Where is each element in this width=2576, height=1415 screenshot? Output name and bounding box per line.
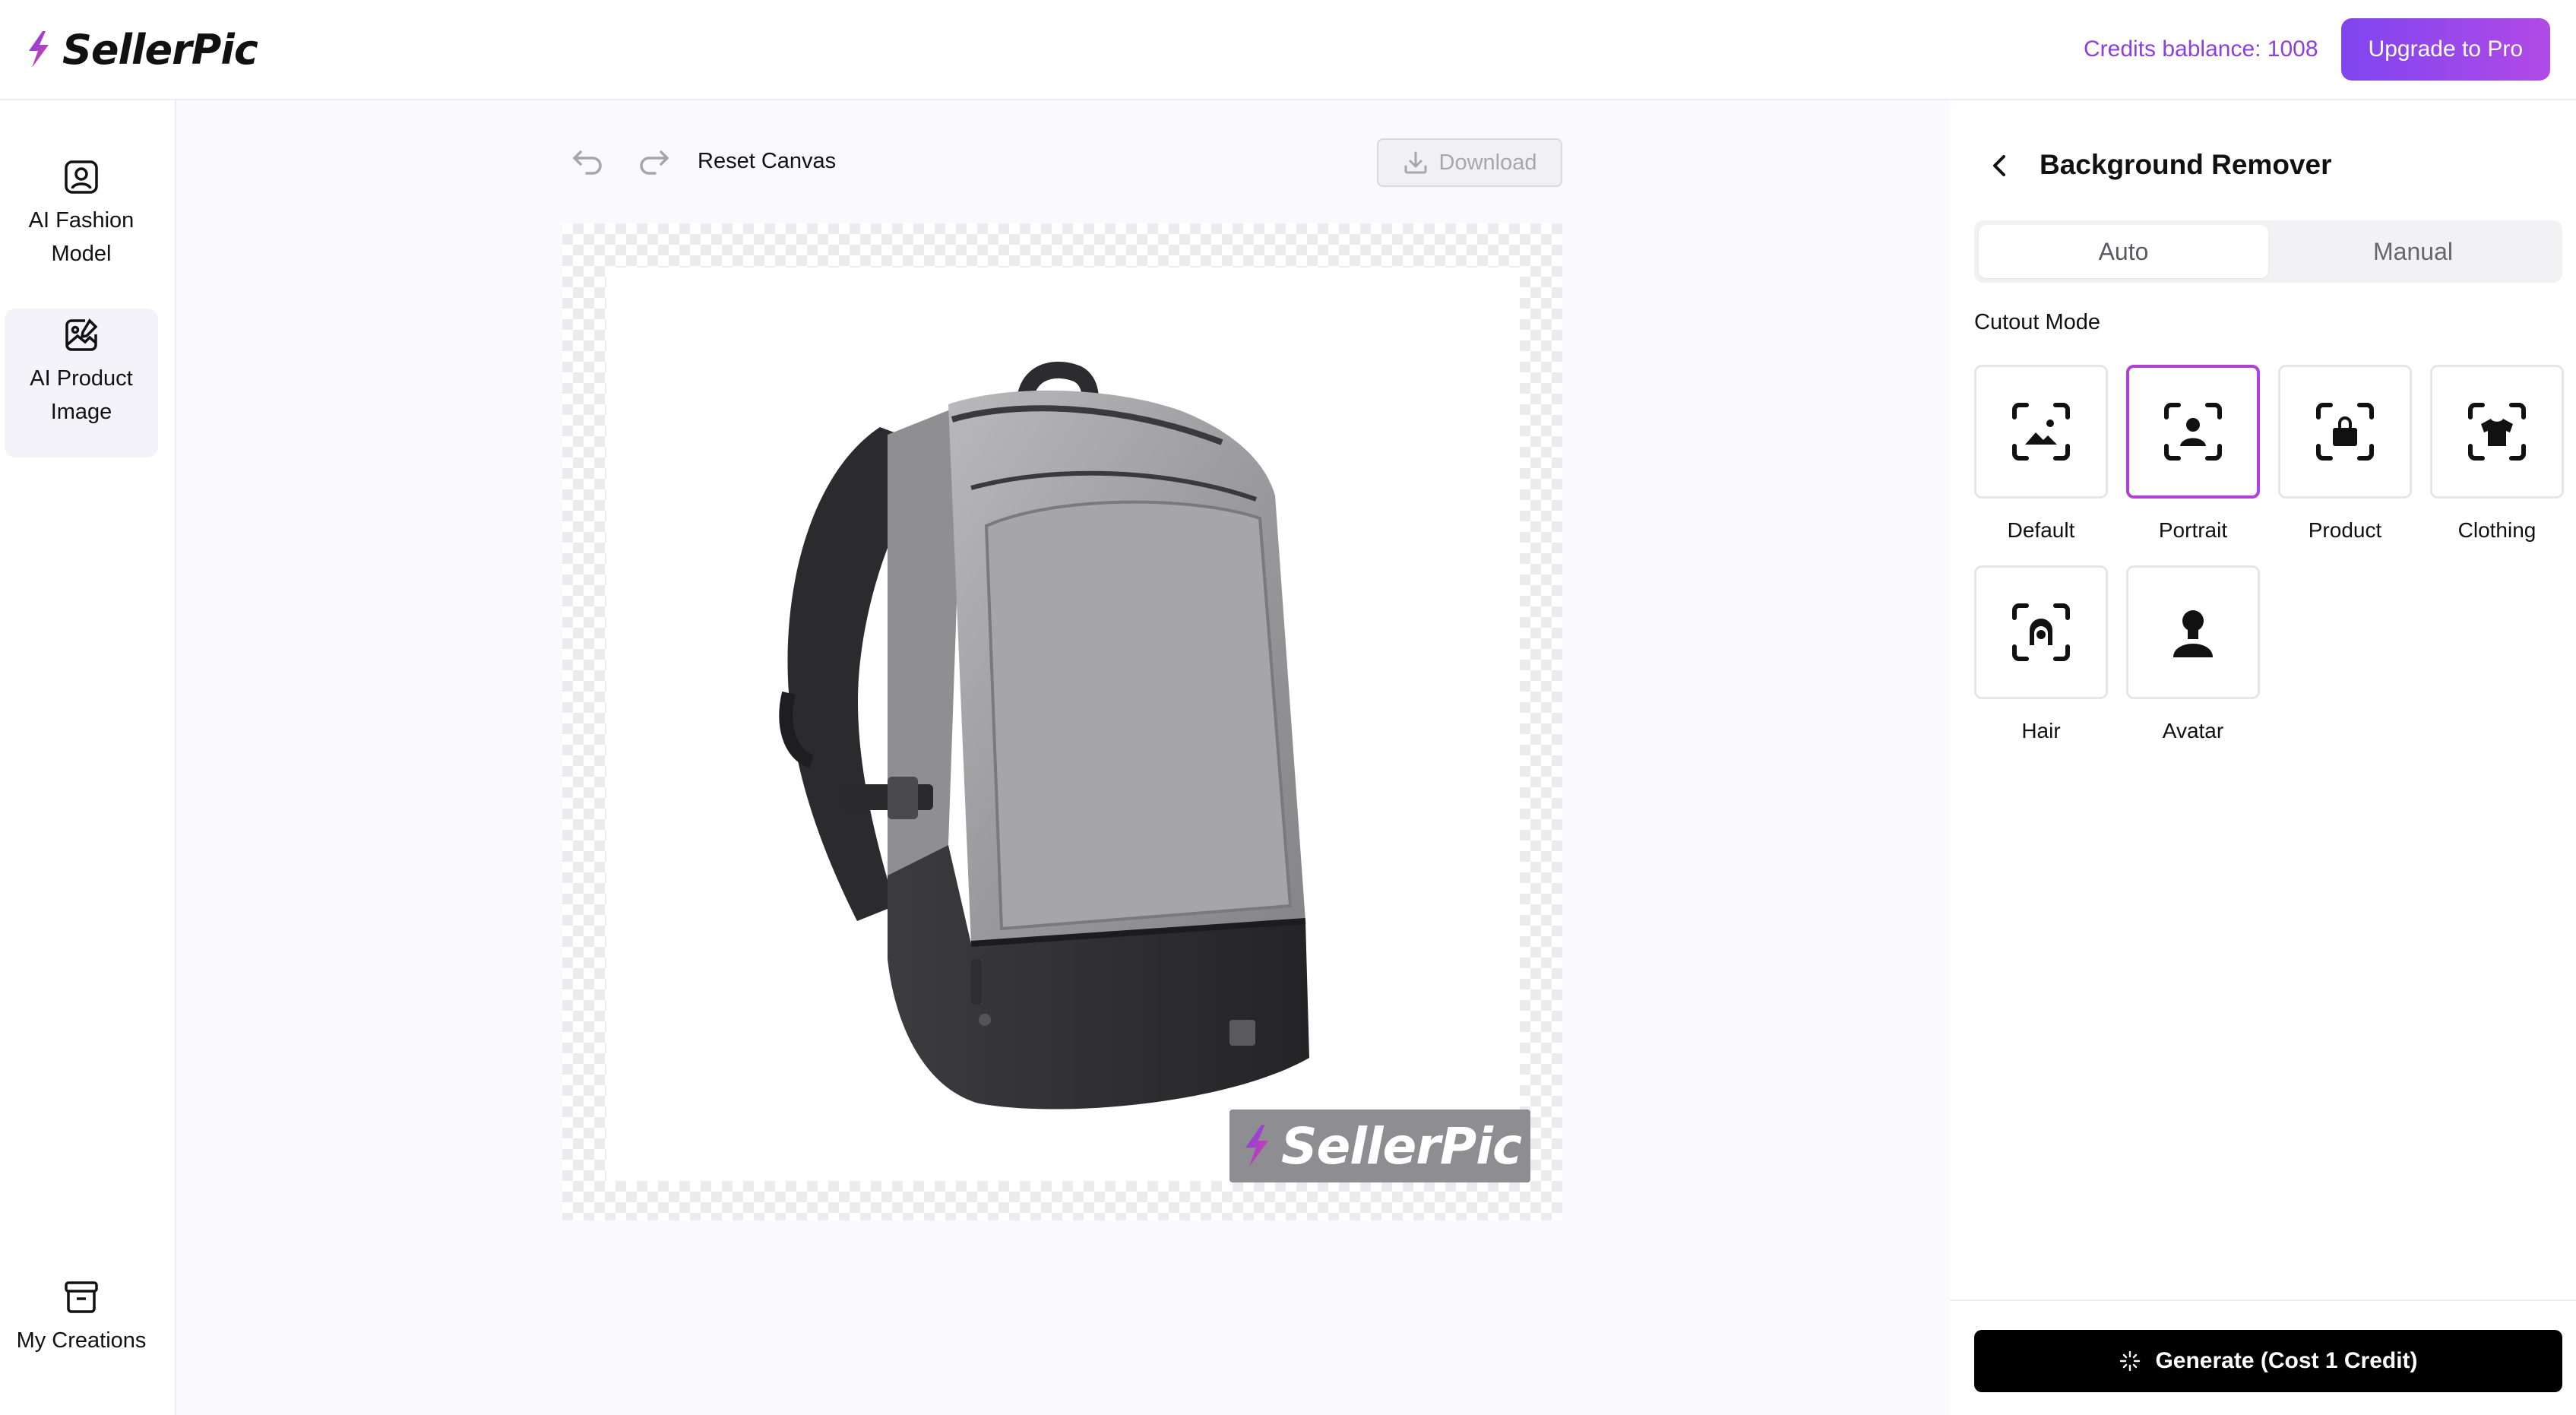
panel-title: Background Remover (2040, 149, 2332, 180)
watermark-text: SellerPic (1281, 1116, 1522, 1176)
mode-avatar[interactable]: Avatar (2126, 565, 2260, 743)
mode-label: Default (2007, 518, 2075, 542)
credits-balance: Credits bablance: 1008 (2084, 36, 2318, 62)
user-portrait-icon (65, 160, 98, 194)
mode-product[interactable]: Product (2278, 365, 2412, 543)
mode-tabs: Auto Manual (1974, 220, 2562, 283)
archive-box-icon (65, 1281, 98, 1313)
mode-hair[interactable]: Hair (1974, 565, 2108, 743)
undo-icon[interactable] (570, 143, 606, 179)
download-label: Download (1438, 150, 1537, 175)
mode-label: Avatar (2162, 719, 2224, 742)
back-chevron-icon[interactable] (1983, 149, 2017, 182)
watermark-bolt-icon (1245, 1125, 1269, 1167)
cutout-mode-label: Cutout Mode (1974, 310, 2101, 334)
generate-button[interactable]: Generate (Cost 1 Credit) (1974, 1330, 2562, 1392)
mode-default[interactable]: Default (1974, 365, 2108, 543)
backpack-product-image (779, 361, 1309, 1110)
scan-shirt-icon (2468, 403, 2526, 461)
app-name: SellerPic (62, 25, 258, 74)
mode-clothing[interactable]: Clothing (2430, 365, 2564, 543)
sidebar-item-label: AI Fashion Model (28, 208, 134, 266)
mode-portrait[interactable]: Portrait (2126, 365, 2260, 543)
top-header: SellerPic Credits bablance: 1008 Upgrade… (0, 0, 2576, 100)
mode-label: Product (2308, 518, 2382, 542)
mode-label: Portrait (2158, 518, 2228, 542)
scan-person-icon (2164, 403, 2222, 461)
panel-footer: Generate (Cost 1 Credit) (1950, 1299, 2576, 1415)
download-icon (1404, 151, 1426, 174)
upgrade-button[interactable]: Upgrade to Pro (2340, 18, 2550, 81)
canvas-toolbar: Reset Canvas Download (562, 137, 1562, 187)
scan-landscape-icon (2012, 403, 2070, 461)
sidebar-item-label: AI Product Image (30, 366, 133, 424)
mode-label: Clothing (2457, 518, 2536, 542)
scan-bag-icon (2316, 403, 2374, 461)
image-canvas[interactable]: SellerPic (562, 223, 1562, 1220)
person-silhouette-icon (2173, 610, 2213, 657)
generate-label: Generate (Cost 1 Credit) (2155, 1348, 2418, 1373)
sparkle-icon (2120, 1350, 2141, 1372)
logo-bolt-icon (29, 31, 49, 68)
tab-manual[interactable]: Manual (2268, 225, 2558, 278)
right-panel: Background Remover Auto Manual Cutout Mo… (1950, 100, 2576, 1415)
tab-auto[interactable]: Auto (1979, 225, 2268, 278)
watermark: SellerPic (1229, 1110, 1530, 1182)
image-edit-icon (65, 318, 98, 351)
redo-icon[interactable] (635, 143, 672, 179)
mode-label: Hair (2021, 719, 2061, 742)
download-button[interactable]: Download (1377, 138, 1562, 187)
reset-canvas-button[interactable]: Reset Canvas (698, 149, 836, 174)
sidebar-item-label: My Creations (16, 1328, 147, 1353)
scan-hair-icon (2012, 603, 2070, 661)
sidebar-item-ai-fashion-model[interactable]: AI Fashion Model (5, 150, 158, 271)
left-sidebar: AI Fashion Model AI Product Image My Cre… (0, 100, 176, 1415)
sidebar-item-ai-product-image[interactable]: AI Product Image (5, 309, 158, 457)
sidebar-item-my-creations[interactable]: My Creations (0, 1271, 163, 1357)
app-logo[interactable]: SellerPic (23, 26, 258, 74)
